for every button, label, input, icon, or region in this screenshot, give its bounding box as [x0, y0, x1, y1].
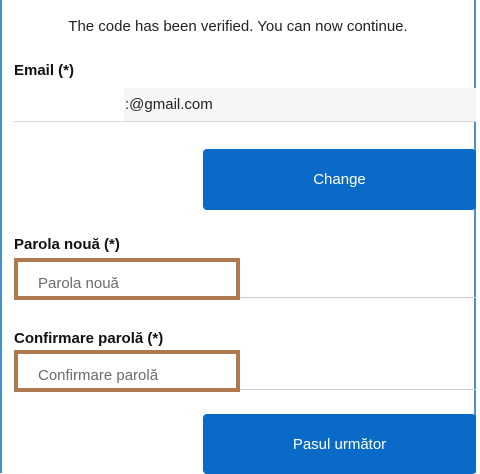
email-value: :@gmail.com [125, 96, 213, 113]
confirm-password-placeholder: Confirmare parolă [38, 367, 159, 384]
email-field: :@gmail.com [14, 88, 476, 122]
change-button[interactable]: Change [203, 149, 476, 210]
verification-message: The code has been verified. You can now … [68, 18, 408, 35]
new-password-label: Parola nouă (*) [14, 236, 120, 253]
next-step-button[interactable]: Pasul următor [203, 414, 476, 474]
email-redaction-mask [14, 88, 124, 121]
new-password-placeholder: Parola nouă [38, 275, 119, 292]
email-label: Email (*) [14, 62, 75, 79]
confirm-password-label: Confirmare parolă (*) [14, 330, 164, 347]
